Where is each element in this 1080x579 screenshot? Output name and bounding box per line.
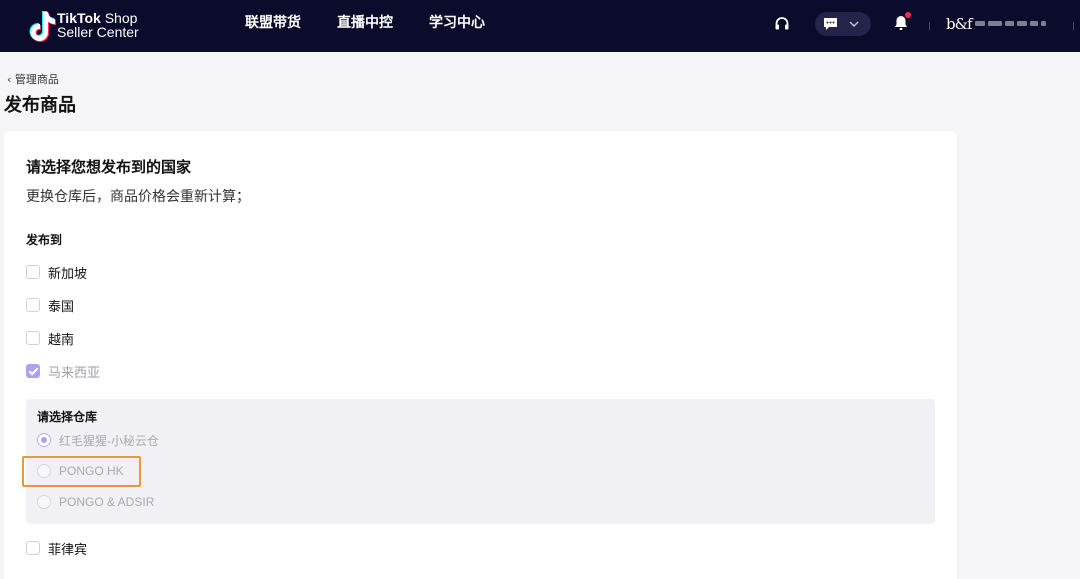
- nav-learning-center[interactable]: 学习中心: [429, 0, 485, 52]
- country-option-vietnam[interactable]: 越南: [26, 329, 75, 348]
- warehouse-title: 请选择仓库: [37, 410, 98, 424]
- highlight-box: [22, 456, 141, 487]
- nav-live-control[interactable]: 直播中控: [337, 0, 393, 52]
- tiktok-logo-icon[interactable]: [28, 10, 56, 42]
- messages-dropdown[interactable]: [815, 12, 871, 36]
- country-option-malaysia[interactable]: 马来西亚: [26, 362, 101, 381]
- divider: [1073, 22, 1074, 30]
- nav-affiliate[interactable]: 联盟带货: [245, 0, 301, 52]
- warehouse-option-hongmao[interactable]: 红毛猩猩-小秘云仓: [37, 431, 159, 449]
- publish-to-label: 发布到: [26, 233, 63, 247]
- shop-avatar[interactable]: b&f: [946, 14, 972, 34]
- warehouse-option-pongo-adsir[interactable]: PONGO & ADSIR: [37, 493, 154, 511]
- warehouse-label: 红毛猩猩-小秘云仓: [59, 433, 159, 448]
- country-option-singapore[interactable]: 新加坡: [26, 263, 88, 282]
- country-label: 新加坡: [48, 266, 88, 282]
- country-label: 越南: [48, 332, 75, 348]
- country-option-philippines[interactable]: 菲律宾: [26, 539, 88, 558]
- country-label: 马来西亚: [48, 365, 101, 381]
- warehouse-selection-panel: 请选择仓库 红毛猩猩-小秘云仓 PONGO HK PONGO & ADSIR: [22, 399, 935, 524]
- checkbox-checked[interactable]: [26, 364, 40, 378]
- country-option-thailand[interactable]: 泰国: [26, 296, 75, 315]
- checkbox[interactable]: [26, 298, 40, 312]
- country-label: 菲律宾: [48, 542, 88, 558]
- page-title: 发布商品: [4, 95, 76, 116]
- checkbox[interactable]: [26, 541, 40, 555]
- checkbox[interactable]: [26, 265, 40, 279]
- back-label: 管理商品: [14, 73, 59, 86]
- divider: [929, 22, 930, 30]
- section-subtitle: 更换仓库后，商品价格会重新计算；: [26, 189, 250, 205]
- publish-country-card: 请选择您想发布到的国家 更换仓库后，商品价格会重新计算； 发布到 新加坡 泰国 …: [4, 131, 957, 579]
- section-title: 请选择您想发布到的国家: [26, 158, 192, 176]
- chevron-down-icon: [849, 21, 859, 27]
- radio-selected[interactable]: [37, 433, 51, 447]
- radio[interactable]: [37, 495, 51, 509]
- country-label: 泰国: [48, 299, 75, 315]
- shop-name-blurred[interactable]: [975, 19, 1055, 27]
- brand-name[interactable]: TikTok Shop Seller Center: [57, 11, 139, 39]
- chevron-left-icon: ‹: [7, 73, 15, 86]
- top-navigation-bar: TikTok Shop Seller Center 联盟带货 直播中控 学习中心…: [0, 0, 1080, 52]
- brand-seller-center: Seller Center: [57, 24, 139, 40]
- headset-icon[interactable]: [774, 16, 790, 32]
- checkbox[interactable]: [26, 331, 40, 345]
- breadcrumb-back[interactable]: ‹ 管理商品: [7, 71, 59, 87]
- notification-dot: [905, 12, 911, 18]
- chat-icon: [824, 18, 837, 30]
- warehouse-label: PONGO & ADSIR: [59, 495, 155, 509]
